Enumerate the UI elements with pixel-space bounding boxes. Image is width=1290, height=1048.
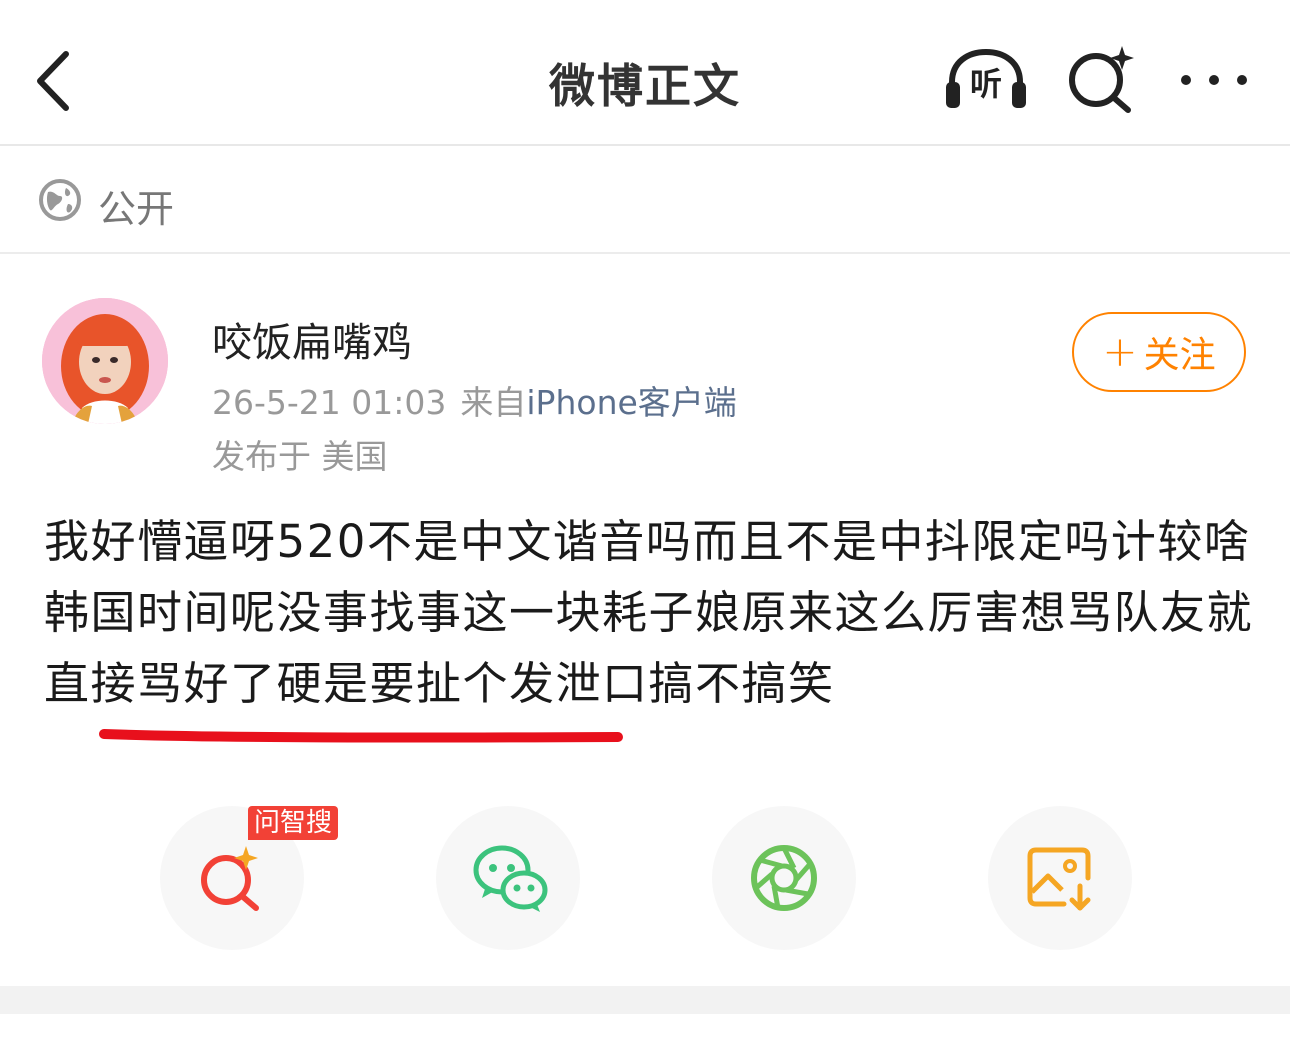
save-image-icon	[1027, 847, 1091, 911]
listen-label: 听	[969, 65, 1002, 103]
more-button[interactable]	[1178, 60, 1250, 100]
post-location: 发布于 美国	[212, 437, 388, 476]
section-divider	[0, 986, 1290, 1014]
post-content: 我好懵逼呀520不是中文谐音吗而且不是中抖限定吗计较啥韩国时间呢没事找事这一块耗…	[44, 515, 1254, 710]
moments-aperture-icon	[751, 845, 817, 911]
listen-button[interactable]: 听	[944, 46, 1028, 112]
wechat-icon	[473, 845, 548, 912]
search-sparkle-icon	[1069, 46, 1134, 113]
post-timestamp: 26-5-21 01:03	[212, 383, 447, 422]
plus-icon: +	[1102, 327, 1138, 376]
red-underline-annotation	[99, 729, 623, 743]
post-meta: 26-5-21 01:03 来自iPhone客户端	[212, 376, 737, 424]
source-prefix: 来自	[460, 383, 527, 422]
top-nav-bar: 微博正文 听	[0, 0, 1290, 146]
follow-label: 关注	[1143, 335, 1216, 376]
visibility-row	[0, 148, 1290, 254]
ai-search-badge: 问智搜	[248, 806, 339, 840]
source-client[interactable]: iPhone客户端	[526, 383, 736, 422]
weibo-post-page: 微博正文 听 公开 咬饭扁嘴鸡 26-5-21 01:03 来自iPhone客户…	[0, 0, 1290, 1048]
avatar[interactable]	[42, 298, 168, 424]
moments-share-button[interactable]	[712, 806, 856, 950]
avatar-image	[42, 298, 168, 424]
more-dots-icon	[1181, 75, 1247, 85]
wechat-share-button[interactable]	[436, 806, 580, 950]
follow-button[interactable]: + 关注	[1072, 312, 1246, 392]
username[interactable]: 咬饭扁嘴鸡	[212, 310, 412, 368]
ai-search-icon	[201, 846, 259, 911]
globe-icon	[39, 179, 81, 221]
visibility-label: 公开	[98, 187, 175, 231]
search-button[interactable]	[1066, 44, 1136, 114]
save-image-share-button[interactable]	[988, 806, 1132, 950]
